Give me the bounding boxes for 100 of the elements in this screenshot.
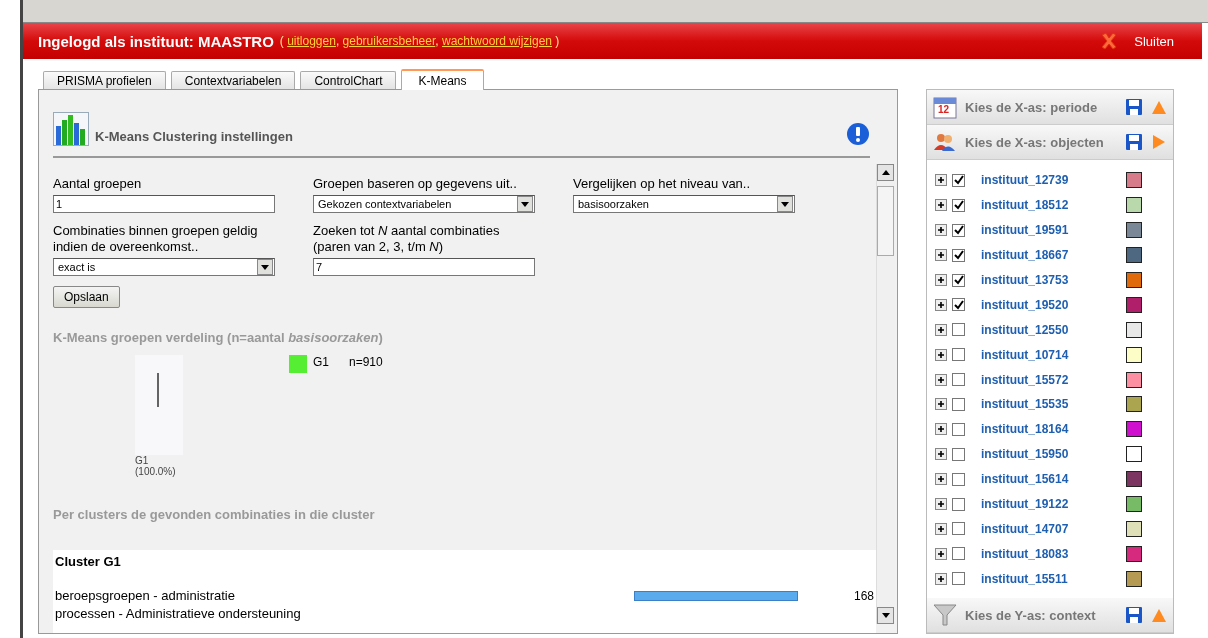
check-icon [953,250,964,261]
plus-icon [936,200,946,211]
object-link[interactable]: instituut_19591 [981,223,1121,238]
plus-icon [936,399,946,410]
section-header[interactable]: Kies de X-as: objecten [927,125,1173,160]
input-field[interactable]: 1 [53,195,275,213]
checkbox[interactable] [952,422,965,436]
dropdown[interactable]: basisoorzaken [573,195,795,213]
dropdown[interactable]: exact is [53,258,275,276]
close-icon [1100,32,1119,50]
plus-icon [936,349,946,360]
section-title: Kies de Y-as: context [965,607,1097,623]
expand-button[interactable] [935,323,947,336]
object-link[interactable]: instituut_19122 [981,497,1121,511]
dropdown[interactable]: Gekozen contextvariabelen [313,195,535,213]
expand-button[interactable] [935,423,947,436]
object-link[interactable]: instituut_18083 [981,546,1121,561]
scrollbar-thumb[interactable] [877,186,894,256]
object-link[interactable]: instituut_12739 [981,173,1121,188]
field-label: Combinaties binnen groepen geldig indien de overeenkomst.. [53,223,259,255]
expand-button[interactable] [935,398,947,411]
checkbox[interactable] [952,572,965,586]
plus-icon [936,548,946,559]
info-icon [846,122,870,146]
checkbox[interactable] [952,248,965,262]
object-link[interactable]: instituut_15572 [981,372,1121,387]
checkbox[interactable] [952,198,965,212]
expand-button[interactable] [935,174,947,187]
plus-icon [936,474,946,485]
legend-count: n=910 [349,355,383,369]
tab[interactable]: ControlChart [300,71,397,89]
input-field[interactable]: 7 [313,258,535,276]
object-link[interactable]: instituut_15614 [981,472,1121,487]
object-link[interactable]: instituut_14707 [981,521,1121,536]
expand-button[interactable] [935,274,947,286]
checkbox[interactable] [952,298,965,312]
expand-button[interactable] [935,373,947,386]
object-link[interactable]: instituut_19520 [981,297,1121,312]
close-button[interactable]: Sluiten [1094,31,1180,51]
plus-icon [936,275,946,285]
section-header[interactable]: 12 Kies de X-as: periode [927,90,1173,125]
check-icon [953,200,964,211]
checkbox[interactable] [952,447,965,461]
header-link[interactable]: wachtwoord wijzigen [441,34,553,48]
checkbox[interactable] [952,223,965,237]
object-link[interactable]: instituut_12550 [981,322,1121,337]
checkbox[interactable] [952,522,965,536]
checkbox[interactable] [952,323,965,337]
expand-button[interactable] [935,498,947,510]
object-link[interactable]: instituut_15511 [981,571,1121,586]
expand-button[interactable] [935,249,947,262]
plus-icon [936,499,946,509]
plus-icon [936,250,946,261]
combination-text: beroepsgroepen - administratie [55,587,236,605]
checkbox[interactable] [952,273,965,287]
checkbox[interactable] [952,547,965,561]
expand-button[interactable] [935,547,947,560]
combination-text: processen - Administratieve ondersteuning [55,605,302,623]
checkbox[interactable] [952,472,965,486]
object-link[interactable]: instituut_18667 [981,248,1121,263]
checkbox[interactable] [952,373,965,387]
expand-button[interactable] [935,448,947,461]
object-link[interactable]: instituut_15535 [981,397,1121,412]
expand-button[interactable] [935,473,947,486]
scroll-up-icon [880,169,891,176]
object-link[interactable]: instituut_13753 [981,273,1121,287]
section-header[interactable]: Kies de Y-as: context [927,598,1173,633]
field-label: Vergelijken op het niveau van.. [573,176,752,192]
object-link[interactable]: instituut_10714 [981,347,1121,362]
tab[interactable]: K-Means [401,69,484,90]
plus-icon [936,523,946,534]
login-title: Ingelogd als instituut: MAASTRO [38,32,274,50]
plus-icon [936,324,946,335]
check-icon [953,299,964,310]
object-link[interactable]: instituut_15950 [981,447,1121,462]
scrollbar[interactable] [876,164,895,624]
expand-button[interactable] [935,348,947,361]
expand-button[interactable] [935,224,947,237]
plus-icon [936,225,946,236]
expand-button[interactable] [935,572,947,585]
check-icon [953,175,964,186]
checkbox[interactable] [952,397,965,411]
expand-button[interactable] [935,199,947,212]
checkbox[interactable] [952,348,965,362]
expand-button[interactable] [935,298,947,311]
object-link[interactable]: instituut_18512 [981,198,1121,213]
header-link[interactable]: uitloggen [287,34,336,48]
checkbox[interactable] [952,497,965,511]
calendar-day: 12 [938,104,950,115]
funnel-icon [933,603,957,627]
plus-icon [936,449,946,460]
save-button[interactable]: Opslaan [53,286,120,308]
plus-icon [936,299,946,310]
object-link[interactable]: instituut_18164 [981,422,1121,437]
tab[interactable]: PRISMA profielen [43,71,166,89]
expand-button[interactable] [935,522,947,535]
chart-percent: (100.0%) [135,466,177,477]
tab[interactable]: Contextvariabelen [170,71,296,89]
checkbox[interactable] [952,173,965,187]
header-link[interactable]: gebruikersbeheer [342,34,436,48]
